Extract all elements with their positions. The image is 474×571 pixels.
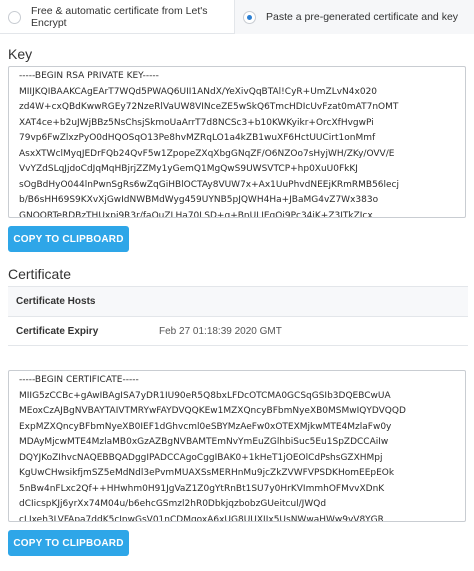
certificate-expiry-row: Certificate Expiry Feb 27 01:18:39 2020 … [8, 317, 468, 346]
certificate-line: MIIG5zCCBc+gAwIBAgISA7yDR1IU90eR5Q8bxLFD… [19, 390, 391, 401]
certificate-line: dCIicspKJj6yrXx74M04u/b6ehcGSmzl2hR0Dbkj… [19, 499, 327, 509]
certificate-line: MEoxCzAJBgNVBAYTAIVTMRYwFAYDVQQKEw1MZXQn… [19, 406, 406, 416]
certificate-line: MDAyMjcwMTE4MzlaMB0xGzAZBgNVBAMTEmNvYmEu… [19, 437, 389, 447]
key-line: VvYZdSLqJjdoCdJqMqHBjrjZZMy1yGemQ1MgQwS9… [19, 164, 358, 174]
tab-paste-certificate[interactable]: Paste a pre-generated certificate and ke… [234, 0, 474, 34]
certificate-hosts-row: Certificate Hosts [8, 287, 468, 317]
key-line: AsxXTWclMyqJEDrFQb24QvF5w1ZpopeZXqXbgGNq… [19, 148, 395, 159]
certificate-info-table: Certificate Hosts Certificate Expiry Feb… [8, 286, 468, 346]
key-line: XAT4ce+b2uJWjBBz5NsChsjSkmoUaArrT7d8NCSc… [19, 117, 374, 128]
private-key-text: -----BEGIN RSA PRIVATE KEY----- MIIJKQIB… [9, 67, 465, 218]
certificate-line: KgUwCHwsikfjmSZ5eMdNdl3ePvmMUAXSsMERHnMu… [19, 468, 395, 478]
tab-lets-encrypt-label: Free & automatic certificate from Let's … [31, 5, 208, 29]
key-line: b/B6sHH69S9KXvXjGwIdNWBMdWyg459UYNB5pJQW… [19, 195, 379, 205]
certificate-hosts-label: Certificate Hosts [16, 296, 96, 307]
certificate-line: 5nBw4nFLxc2Qf++HHwhm0H91JgVaZ1Z0gYtRnBt1… [19, 483, 385, 494]
certificate-expiry-label: Certificate Expiry [16, 325, 99, 337]
certificate-line: cLIxeh3LVFApa7ddK5cJnwGsV01nCDMqoxA6xUG8… [19, 514, 384, 522]
key-line: zd4W+cxQBdKwwRGEy72NzeRlVaUW8VINceZE5wSk… [19, 102, 399, 112]
radio-paste-certificate[interactable] [243, 10, 256, 24]
copy-key-button[interactable]: COPY TO CLIPBOARD [8, 226, 129, 252]
key-line: GNOORTeRDBzTHUxpi9R3r/faQuZLHa70LSD+q+Bn… [19, 210, 373, 218]
copy-certificate-button[interactable]: COPY TO CLIPBOARD [8, 530, 129, 556]
certificate-text: -----BEGIN CERTIFICATE----- MIIG5zCCBc+g… [9, 371, 465, 522]
certificate-section-title: Certificate [8, 266, 72, 282]
certificate-source-tabs: Free & automatic certificate from Let's … [0, 0, 474, 34]
key-line: sOgBdHyO044lnPwnSgRs6wZqGiHBlOCTAy8VUW7x… [19, 179, 400, 190]
key-line: -----BEGIN RSA PRIVATE KEY----- [19, 71, 159, 81]
private-key-textarea[interactable]: -----BEGIN RSA PRIVATE KEY----- MIIJKQIB… [8, 66, 466, 218]
certificate-line: ExpMZXQncyBFbmNyeXB0IEF1dGhvcml0eSBYMzAe… [19, 421, 392, 432]
certificate-expiry-value: Feb 27 01:18:39 2020 GMT [159, 325, 282, 337]
certificate-line: DQYJKoZIhvcNAQEBBQADggIPADCCAgoCggIBAK0+… [19, 452, 383, 463]
key-section-title: Key [8, 46, 33, 62]
tab-paste-certificate-label: Paste a pre-generated certificate and ke… [266, 11, 459, 23]
tab-lets-encrypt[interactable]: Free & automatic certificate from Let's … [0, 0, 234, 34]
certificate-textarea[interactable]: -----BEGIN CERTIFICATE----- MIIG5zCCBc+g… [8, 370, 466, 522]
key-line: MIIJKQIBAAKCAgEArT7WQd5PWAQ6UII1ANdX/YeX… [19, 86, 378, 97]
key-line: 79vp6FwZlxzPyO0dHQOSqO13Pe8hvMZRqLO1a4kZ… [19, 133, 376, 143]
radio-lets-encrypt[interactable] [8, 10, 21, 24]
certificate-line: -----BEGIN CERTIFICATE----- [19, 375, 139, 385]
